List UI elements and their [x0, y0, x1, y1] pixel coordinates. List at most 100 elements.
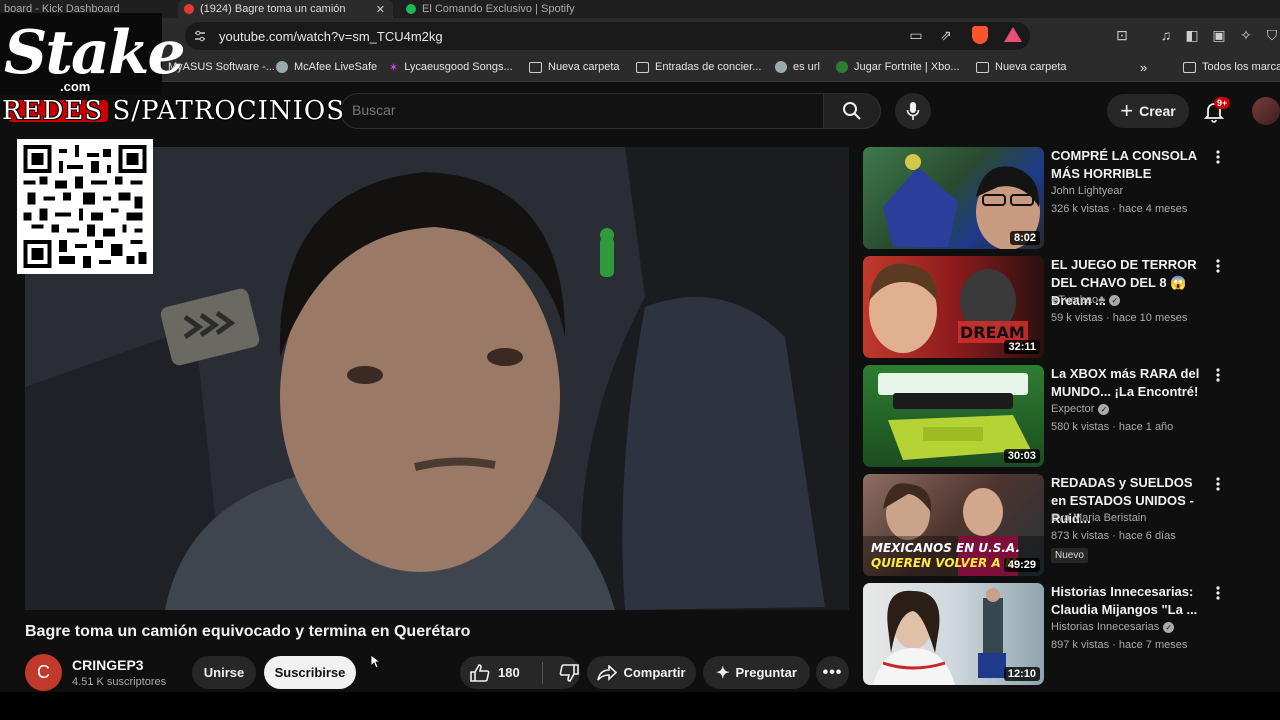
bookmark-folder[interactable]: Nueva carpeta: [976, 58, 1067, 76]
search-button[interactable]: [823, 93, 881, 129]
folder-icon: [529, 61, 542, 73]
recommendation-channel[interactable]: Historias Innecesarias ✓: [1051, 621, 1175, 633]
recommendation-title[interactable]: COMPRÉ LA CONSOLA MÁS HORRIBLE: [1051, 147, 1207, 183]
like-dislike-group: 180: [460, 656, 580, 689]
recommendation-meta: 59 k vistas · hace 10 meses: [1051, 312, 1188, 324]
bookmark-item[interactable]: Jugar Fortnite | Xbo...: [836, 58, 960, 76]
ask-button[interactable]: ✦ Preguntar: [703, 656, 810, 689]
dislike-button[interactable]: [559, 663, 579, 682]
more-vertical-icon[interactable]: [1215, 586, 1221, 600]
recommendation-channel[interactable]: Eva Maria Beristain: [1051, 512, 1146, 524]
vpn-shield-icon[interactable]: ⛉: [1264, 27, 1280, 43]
video-thumbnail[interactable]: MEXICANOS EN U.S.A. QUIEREN VOLVER A M 49…: [863, 474, 1044, 576]
more-vertical-icon[interactable]: [1215, 477, 1221, 491]
bookmark-folder[interactable]: Entradas de concier...: [636, 58, 761, 76]
video-duration: 30:03: [1003, 449, 1040, 463]
youtube-favicon-icon: [184, 4, 194, 14]
recommendation-item[interactable]: 8:02 COMPRÉ LA CONSOLA MÁS HORRIBLE John…: [863, 147, 1273, 249]
video-duration: 49:29: [1003, 558, 1040, 572]
video-title: Bagre toma un camión equivocado y termin…: [25, 623, 471, 640]
create-button[interactable]: + Crear: [1107, 94, 1189, 128]
close-tab-icon[interactable]: ✕: [376, 3, 385, 16]
stake-logo: Stake .com: [0, 13, 186, 95]
like-count: 180: [498, 665, 520, 680]
stake-logo-text: Stake: [4, 18, 186, 88]
thumbs-up-icon: [470, 663, 490, 682]
recommendation-channel[interactable]: ♣Tumbao♣ ✓: [1051, 294, 1121, 306]
more-actions-button[interactable]: •••: [816, 656, 849, 689]
share-page-icon[interactable]: ⇗: [938, 27, 954, 43]
recommendation-item[interactable]: 12:10 Historias Innecesarias: Claudia Mi…: [863, 583, 1273, 685]
globe-icon: [775, 61, 787, 73]
search-input[interactable]: [340, 93, 824, 129]
tab-label: (1924) Bagre toma un camión: [200, 3, 346, 15]
video-thumbnail[interactable]: 30:03: [863, 365, 1044, 467]
browser-tab-active[interactable]: (1924) Bagre toma un camión ✕: [178, 0, 393, 18]
tab-label: El Comando Exclusivo | Spotify: [422, 3, 575, 15]
recommendation-title[interactable]: La XBOX más RARA del MUNDO... ¡La Encont…: [1051, 365, 1207, 401]
video-duration: 12:10: [1003, 667, 1040, 681]
video-thumbnail[interactable]: 12:10: [863, 583, 1044, 685]
more-vertical-icon[interactable]: [1215, 259, 1221, 273]
more-vertical-icon[interactable]: [1215, 368, 1221, 382]
brave-shield-icon[interactable]: [972, 26, 988, 44]
qr-code: [17, 139, 153, 274]
media-controls-icon[interactable]: ♫: [1158, 27, 1174, 43]
recommendation-meta: 580 k vistas · hace 1 año: [1051, 421, 1174, 433]
voice-search-button[interactable]: [895, 93, 931, 129]
folder-icon: [636, 61, 649, 73]
wallet-icon[interactable]: ▣: [1211, 27, 1227, 43]
recommendation-channel[interactable]: Expector ✓: [1051, 403, 1110, 415]
bookmark-label: Entradas de concier...: [655, 61, 762, 73]
leo-ai-icon[interactable]: ✧: [1238, 27, 1254, 43]
brave-rewards-icon[interactable]: [1004, 27, 1022, 42]
verified-icon: ✓: [1163, 621, 1175, 633]
folder-icon: [1183, 61, 1196, 73]
cast-icon[interactable]: ▭: [908, 27, 924, 43]
bookmark-item[interactable]: es url: [775, 58, 820, 76]
bookmark-label: Jugar Fortnite | Xbo...: [854, 61, 960, 73]
svg-text:QUIEREN VOLVER A M: QUIEREN VOLVER A M: [871, 556, 1017, 570]
more-bookmarks-icon[interactable]: »: [1140, 58, 1147, 76]
divider: [541, 661, 543, 684]
reader-mode-icon[interactable]: ⊡: [1114, 27, 1130, 43]
bookmark-item[interactable]: MyASUS Software -...: [168, 58, 275, 76]
recommendation-item[interactable]: DREAM 32:11 EL JUEGO DE TERROR DEL CHAVO…: [863, 256, 1273, 358]
channel-initial: C: [37, 662, 50, 682]
video-thumbnail[interactable]: DREAM 32:11: [863, 256, 1044, 358]
join-label: Unirse: [203, 665, 245, 680]
spotify-favicon-icon: [406, 4, 416, 14]
channel-name[interactable]: CRINGEP3: [72, 657, 144, 673]
recommendation-item[interactable]: MEXICANOS EN U.S.A. QUIEREN VOLVER A M 49…: [863, 474, 1273, 576]
mcafee-icon: [276, 61, 288, 73]
channel-label: ♣Tumbao♣: [1051, 294, 1106, 306]
bookmark-folder[interactable]: Todos los marca: [1183, 58, 1280, 76]
video-thumbnail[interactable]: 8:02: [863, 147, 1044, 249]
share-button[interactable]: Compartir: [587, 656, 696, 689]
xbox-icon: [836, 61, 848, 73]
subscribe-button[interactable]: Suscribirse: [264, 656, 356, 689]
notifications-badge: 9+: [1214, 97, 1231, 109]
account-avatar[interactable]: [1252, 97, 1280, 125]
share-label: Compartir: [623, 665, 686, 680]
more-vertical-icon[interactable]: [1215, 150, 1221, 164]
recommendation-item[interactable]: 30:03 La XBOX más RARA del MUNDO... ¡La …: [863, 365, 1273, 467]
channel-avatar[interactable]: C: [25, 654, 62, 691]
like-button[interactable]: 180: [470, 663, 520, 682]
browser-tab[interactable]: El Comando Exclusivo | Spotify: [400, 0, 625, 18]
recommendation-meta: 873 k vistas · hace 6 días: [1051, 530, 1176, 542]
channel-label: Eva Maria Beristain: [1051, 512, 1147, 524]
site-settings-icon[interactable]: [193, 29, 207, 43]
recommendation-title[interactable]: Historias Innecesarias: Claudia Mijangos…: [1051, 583, 1207, 619]
address-bar[interactable]: youtube.com/watch?v=sm_TCU4m2kg: [185, 22, 1030, 50]
sidebar-toggle-icon[interactable]: ◧: [1184, 27, 1200, 43]
create-label: Crear: [1139, 103, 1176, 119]
bookmark-folder[interactable]: Nueva carpeta: [529, 58, 620, 76]
join-button[interactable]: Unirse: [192, 656, 256, 689]
bookmark-item[interactable]: McAfee LiveSafe: [276, 58, 377, 76]
bookmark-label: McAfee LiveSafe: [294, 61, 378, 73]
recommendation-channel[interactable]: John Lightyear: [1051, 185, 1123, 197]
bookmark-item[interactable]: ✶ Lycaeusgood Songs...: [389, 58, 513, 76]
recommendation-meta: 326 k vistas · hace 4 meses: [1051, 203, 1188, 215]
more-horizontal-icon: •••: [822, 663, 843, 681]
